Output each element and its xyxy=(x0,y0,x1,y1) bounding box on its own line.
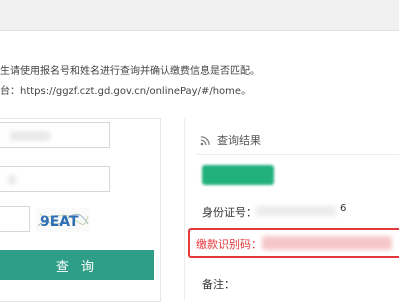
id-number-masked xyxy=(256,206,336,216)
status-badge xyxy=(202,165,274,185)
notice-text: 生请使用报名号和姓名进行查询并确认缴费信息是否匹配。 xyxy=(0,66,260,77)
name-input[interactable] xyxy=(0,166,110,192)
registration-number-input[interactable] xyxy=(0,122,110,148)
captcha-graphic: 9EAT xyxy=(37,213,89,230)
remark-label: 备注： xyxy=(202,278,235,291)
result-header: 查询结果 xyxy=(200,132,261,148)
captcha-text: 9EAT xyxy=(40,214,79,230)
result-title: 查询结果 xyxy=(217,134,261,147)
top-bar xyxy=(0,0,399,31)
rss-icon xyxy=(200,135,210,145)
captcha-input[interactable] xyxy=(0,206,30,232)
payment-code-label: 缴款识别码： xyxy=(196,238,262,251)
masked-value xyxy=(10,131,50,141)
payment-code-masked xyxy=(262,236,392,250)
id-number-label: 身份证号： xyxy=(202,206,257,219)
id-number-suffix: 6 xyxy=(340,203,347,214)
payment-url-text[interactable]: 台：https://ggzf.czt.gd.gov.cn/onlinePay/#… xyxy=(0,86,399,98)
result-divider xyxy=(196,154,399,155)
captcha-image[interactable]: 9EAT xyxy=(36,208,90,232)
masked-value xyxy=(8,175,16,185)
query-button[interactable]: 查 询 xyxy=(0,250,154,280)
